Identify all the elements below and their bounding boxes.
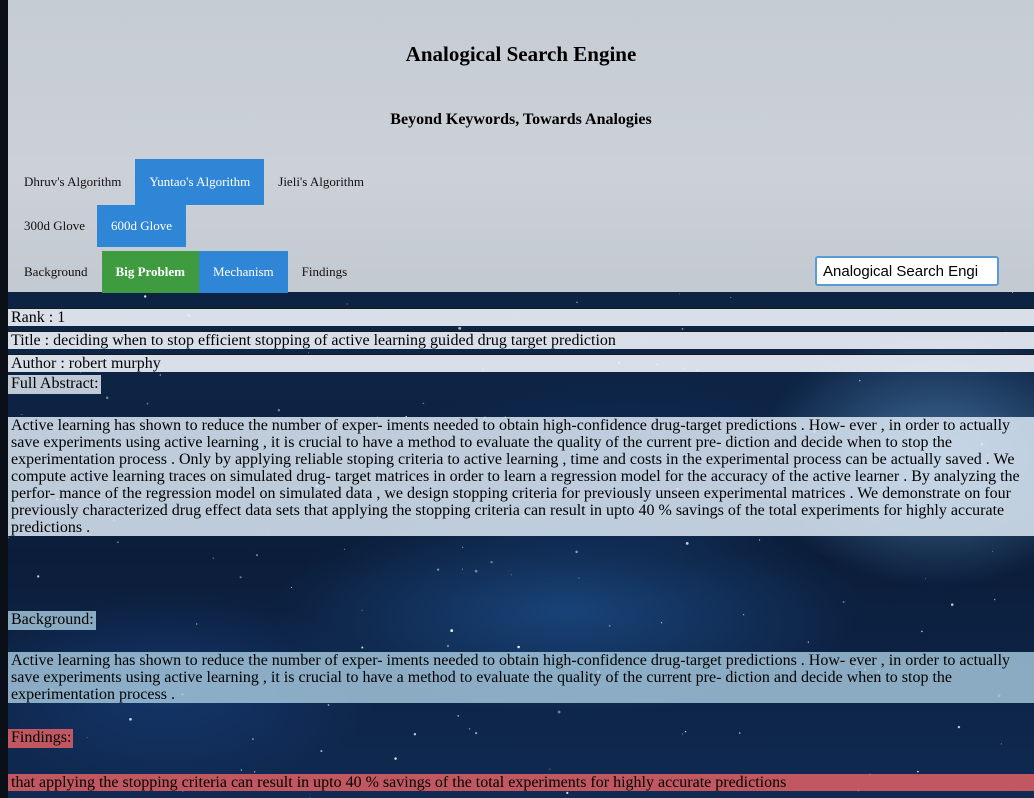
star bbox=[129, 718, 132, 721]
star bbox=[254, 771, 256, 773]
star bbox=[475, 732, 478, 735]
star bbox=[924, 578, 926, 580]
star bbox=[446, 644, 450, 648]
tab-dhruv-algorithm[interactable]: Dhruv's Algorithm bbox=[8, 159, 135, 205]
full-abstract-label: Full Abstract: bbox=[8, 375, 101, 394]
star bbox=[685, 542, 689, 545]
star bbox=[578, 577, 580, 579]
tab-300d-glove[interactable]: 300d Glove bbox=[8, 205, 97, 247]
star bbox=[239, 576, 242, 579]
star bbox=[859, 379, 861, 382]
result-author: Author : robert murphy bbox=[8, 354, 1034, 372]
star bbox=[105, 396, 109, 400]
star bbox=[660, 622, 663, 624]
star bbox=[681, 733, 684, 735]
star bbox=[196, 623, 198, 625]
star bbox=[807, 641, 810, 643]
star bbox=[361, 609, 363, 611]
tab-600d-glove[interactable]: 600d Glove bbox=[97, 205, 187, 247]
star bbox=[758, 539, 761, 541]
star bbox=[457, 715, 460, 717]
star bbox=[575, 550, 578, 554]
star bbox=[474, 569, 478, 573]
tab-jieli-algorithm[interactable]: Jieli's Algorithm bbox=[264, 159, 378, 205]
star bbox=[742, 614, 745, 616]
star bbox=[678, 293, 680, 295]
star bbox=[394, 757, 397, 760]
full-abstract-text: Active learning has shown to reduce the … bbox=[8, 417, 1034, 536]
tab-mechanism[interactable]: Mechanism bbox=[199, 251, 288, 293]
star bbox=[684, 731, 687, 733]
embedding-selector: 300d Glove 600d Glove bbox=[8, 205, 187, 247]
star bbox=[277, 408, 281, 412]
star bbox=[842, 601, 845, 603]
star bbox=[490, 560, 493, 564]
tab-yuntao-algorithm[interactable]: Yuntao's Algorithm bbox=[135, 159, 265, 205]
star bbox=[251, 738, 254, 741]
findings-text: that applying the stopping criteria can … bbox=[8, 774, 1034, 791]
tab-background[interactable]: Background bbox=[8, 251, 102, 293]
result-title[interactable]: Title : deciding when to stop efficient … bbox=[8, 331, 1034, 349]
star bbox=[917, 770, 919, 773]
star bbox=[921, 630, 923, 633]
algorithm-selector: Dhruv's Algorithm Yuntao's Algorithm Jie… bbox=[8, 159, 378, 205]
star bbox=[450, 629, 454, 633]
star bbox=[510, 574, 512, 576]
star bbox=[1011, 292, 1014, 294]
header: Analogical Search Engine Beyond Keywords… bbox=[8, 0, 1034, 292]
star bbox=[608, 624, 611, 627]
star bbox=[159, 374, 161, 376]
star bbox=[557, 710, 561, 714]
star bbox=[458, 326, 462, 330]
star bbox=[117, 541, 119, 544]
star bbox=[413, 733, 417, 736]
page-title: Analogical Search Engine bbox=[405, 42, 637, 66]
star bbox=[739, 732, 741, 734]
star bbox=[1000, 743, 1002, 745]
star bbox=[146, 402, 149, 405]
page-subtitle: Beyond Keywords, Towards Analogies bbox=[390, 111, 652, 128]
star bbox=[21, 414, 23, 416]
star bbox=[436, 568, 440, 571]
star bbox=[681, 327, 684, 330]
star bbox=[212, 557, 215, 559]
tab-big-problem[interactable]: Big Problem bbox=[101, 251, 199, 293]
star bbox=[346, 303, 348, 305]
facet-selector: Background Big Problem Mechanism Finding… bbox=[8, 251, 361, 293]
star bbox=[462, 546, 464, 548]
star bbox=[240, 769, 243, 771]
star bbox=[576, 301, 578, 303]
star bbox=[8, 536, 9, 539]
star bbox=[37, 575, 40, 578]
star bbox=[957, 725, 961, 729]
background-text: Active learning has shown to reduce the … bbox=[8, 652, 1034, 703]
star bbox=[993, 598, 996, 601]
page-border bbox=[0, 0, 8, 798]
star bbox=[549, 768, 551, 770]
background-label: Background: bbox=[8, 611, 96, 630]
star bbox=[730, 296, 732, 298]
result-rank: Rank : 1 bbox=[8, 308, 1034, 326]
findings-label: Findings: bbox=[8, 729, 74, 748]
search-input[interactable] bbox=[815, 256, 999, 286]
star bbox=[991, 550, 993, 552]
star bbox=[462, 568, 464, 570]
tab-findings[interactable]: Findings bbox=[288, 251, 362, 293]
star bbox=[86, 737, 88, 739]
star bbox=[255, 554, 259, 557]
star bbox=[517, 645, 520, 649]
star bbox=[143, 295, 147, 298]
star bbox=[361, 646, 364, 649]
star bbox=[320, 750, 323, 753]
star bbox=[950, 603, 954, 606]
star bbox=[327, 704, 330, 706]
star bbox=[468, 728, 471, 730]
star bbox=[566, 791, 569, 795]
star bbox=[343, 548, 345, 550]
star bbox=[422, 402, 425, 405]
star bbox=[290, 586, 293, 588]
